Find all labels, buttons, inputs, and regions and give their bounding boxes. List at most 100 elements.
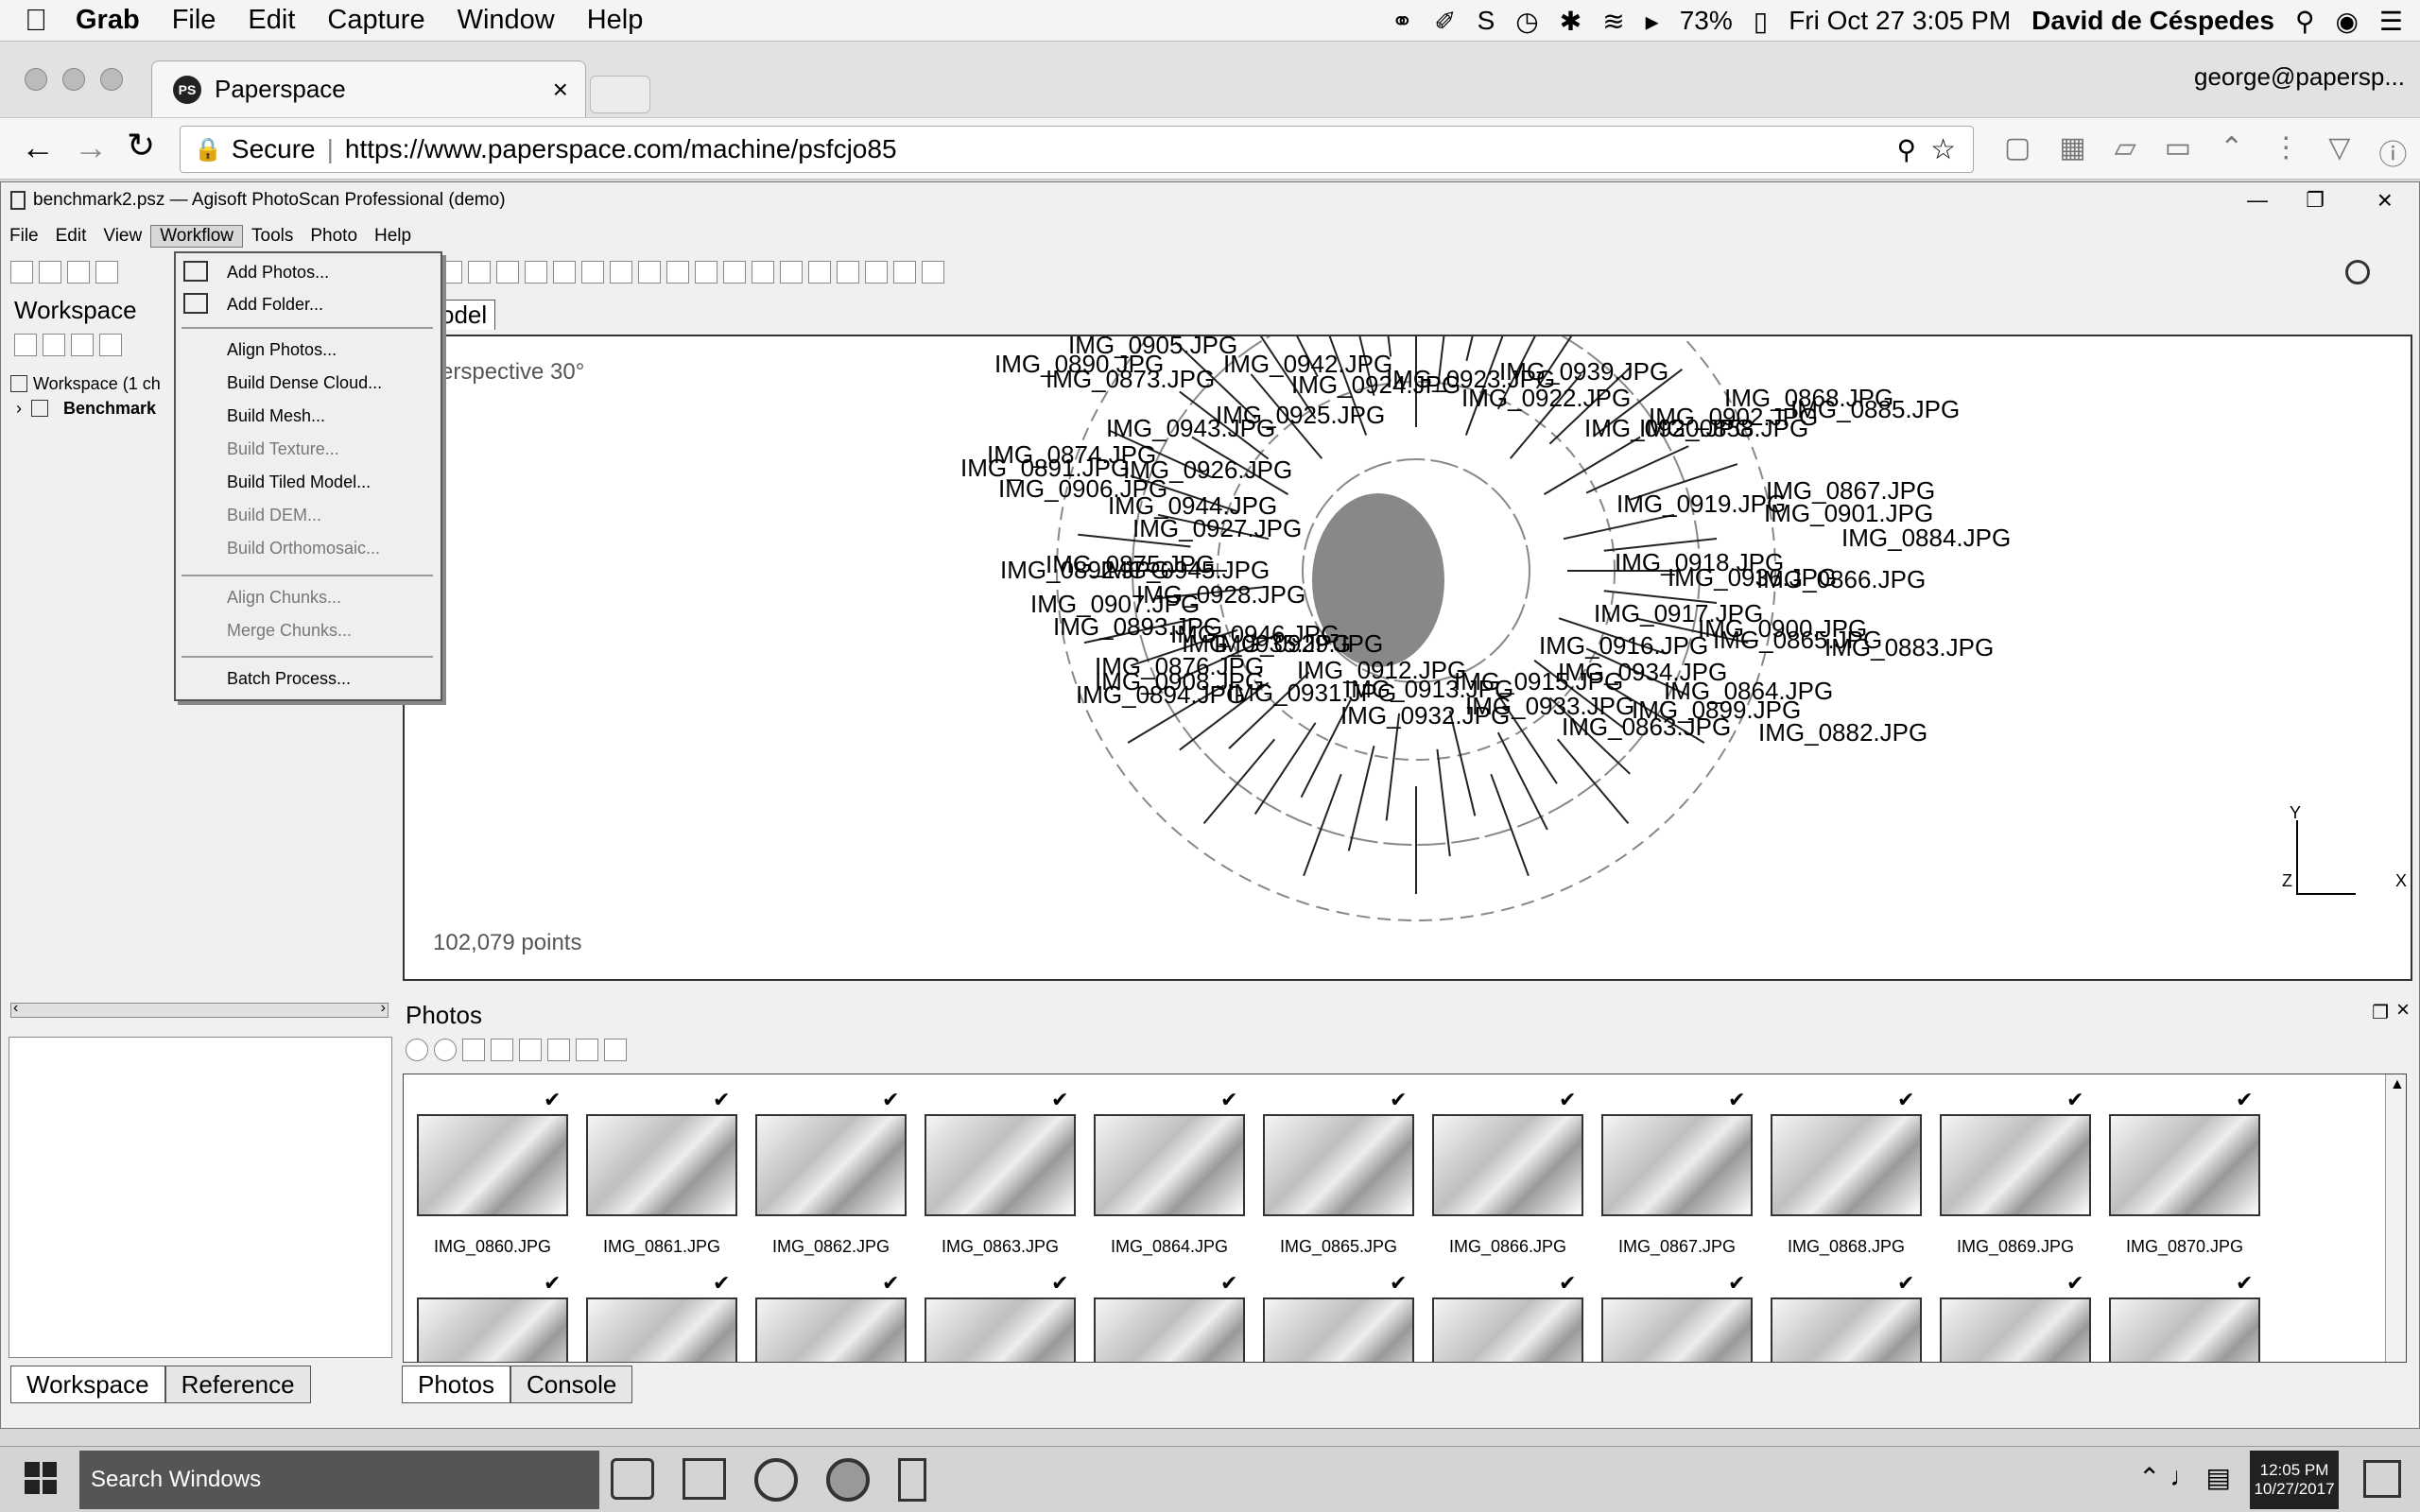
points-view-icon[interactable] — [581, 261, 604, 284]
menu-batch-process[interactable]: Batch Process... — [227, 669, 351, 692]
ps-menu-tools[interactable]: Tools — [243, 226, 302, 247]
delete-selection-icon[interactable] — [525, 261, 547, 284]
target-icon[interactable] — [2345, 260, 2370, 284]
reload-icon[interactable]: ↻ — [127, 126, 155, 165]
chrome-menu-icon[interactable]: ⓘ — [2378, 131, 2407, 173]
tab-reference[interactable]: Reference — [164, 1366, 311, 1403]
tray-chevron-icon[interactable]: ⌃ — [2138, 1462, 2160, 1493]
user-name[interactable]: David de Céspedes — [2031, 6, 2274, 36]
extension-icon-6[interactable]: ⋮ — [2272, 131, 2300, 173]
search-box[interactable]: Search Windows — [79, 1451, 599, 1509]
import-masks-icon[interactable] — [576, 1039, 598, 1061]
camera-view-icon[interactable] — [808, 261, 831, 284]
shapes-icon[interactable] — [893, 261, 916, 284]
photo-thumbnail[interactable] — [417, 1297, 568, 1362]
ps-menu-workflow[interactable]: Workflow — [150, 225, 243, 248]
zoom-icon[interactable]: ⚲ — [1896, 134, 1916, 165]
photo-thumbnail[interactable] — [1771, 1114, 1922, 1216]
extension-icon-3[interactable]: ▱ — [2115, 131, 2136, 173]
windows-start-icon[interactable] — [25, 1462, 57, 1494]
spotlight-icon[interactable]: ⚲ — [2295, 6, 2315, 37]
apple-icon[interactable]:  — [25, 3, 47, 38]
battery-percent[interactable]: 73% — [1680, 6, 1733, 36]
camera-label[interactable]: IMG_0919.JPG — [1616, 490, 1786, 519]
photo-thumbnail[interactable] — [1601, 1297, 1753, 1362]
photos-vscrollbar[interactable]: ▲ — [2385, 1074, 2406, 1362]
photo-thumbnail[interactable] — [1263, 1297, 1414, 1362]
menu-align-chunks[interactable]: Align Chunks... — [227, 588, 341, 610]
browser-tab[interactable]: PS Paperspace × — [151, 60, 586, 117]
siri-icon[interactable]: ◉ — [2335, 6, 2358, 37]
open-project-icon[interactable] — [39, 261, 61, 284]
mac-menu-capture[interactable]: Capture — [327, 5, 424, 36]
address-bar[interactable]: 🔒 Secure | https://www.paperspace.com/ma… — [180, 126, 1974, 173]
wireframe-view-icon[interactable] — [723, 261, 746, 284]
camera-label[interactable]: IMG_0927.JPG — [1132, 514, 1302, 543]
photo-thumbnail[interactable] — [755, 1297, 907, 1362]
ps-menu-help[interactable]: Help — [366, 226, 420, 247]
extension-icon-4[interactable]: ▭ — [2165, 131, 2191, 173]
enable-camera-icon[interactable] — [406, 1039, 428, 1061]
photo-thumbnail[interactable] — [2109, 1297, 2260, 1362]
add-marker-icon[interactable] — [71, 334, 94, 356]
app-taskbar-icon[interactable] — [898, 1458, 926, 1502]
panel-close-icon[interactable]: × — [2396, 997, 2410, 1023]
url-text[interactable]: https://www.paperspace.com/machine/psfcj… — [345, 134, 897, 164]
mesh-view-icon[interactable] — [638, 261, 661, 284]
action-center-icon[interactable] — [2363, 1460, 2401, 1498]
camera-label[interactable]: IMG_0894.JPG — [1076, 680, 1245, 710]
photo-thumbnail[interactable] — [1432, 1297, 1583, 1362]
panel-undock-icon[interactable]: ❐ — [2372, 1001, 2389, 1024]
file-explorer-icon[interactable] — [683, 1458, 726, 1500]
undo-icon[interactable] — [95, 261, 118, 284]
photo-thumbnail[interactable] — [1094, 1114, 1245, 1216]
camera-label[interactable]: IMG_0873.JPG — [1046, 365, 1215, 394]
reset-view-icon[interactable] — [922, 261, 944, 284]
menu-build-tiled-model[interactable]: Build Tiled Model... — [227, 472, 371, 495]
creative-cloud-icon[interactable]: ⚭ — [1392, 6, 1413, 37]
menu-add-folder[interactable]: Add Folder... — [227, 295, 323, 318]
mac-menu-edit[interactable]: Edit — [248, 5, 295, 36]
mac-menu-window[interactable]: Window — [458, 5, 555, 36]
lasso-icon[interactable] — [496, 261, 519, 284]
scroll-right-icon[interactable]: › — [381, 1000, 386, 1017]
photo-thumbnail[interactable] — [925, 1297, 1076, 1362]
flags-icon[interactable] — [865, 261, 888, 284]
close-window-button[interactable] — [25, 68, 47, 91]
extension-icon-2[interactable]: ▦ — [2059, 131, 2085, 173]
menu-add-photos[interactable]: Add Photos... — [227, 263, 329, 285]
network-icon[interactable]: ▤ — [2205, 1462, 2230, 1493]
back-arrow-icon[interactable]: ← — [21, 128, 55, 167]
close-tab-icon[interactable]: × — [553, 75, 568, 105]
menu-merge-chunks[interactable]: Merge Chunks... — [227, 621, 352, 644]
scroll-left-icon[interactable]: ‹ — [13, 1000, 18, 1017]
navigation-icon[interactable] — [440, 261, 462, 284]
new-tab-button[interactable] — [590, 76, 650, 113]
camera-label[interactable]: IMG_0863.JPG — [1562, 713, 1731, 742]
photo-thumbnail[interactable] — [2109, 1114, 2260, 1216]
textured-view-icon[interactable] — [752, 261, 774, 284]
menu-build-dem[interactable]: Build DEM... — [227, 506, 321, 528]
close-icon[interactable]: × — [2377, 185, 2393, 215]
restore-icon[interactable]: ❐ — [2306, 188, 2325, 213]
rotate-left-icon[interactable] — [491, 1039, 513, 1061]
chrome-taskbar-icon[interactable] — [754, 1458, 798, 1502]
photo-thumbnail[interactable] — [1771, 1297, 1922, 1362]
expand-chevron-icon[interactable]: › — [16, 399, 22, 419]
photo-thumbnail[interactable] — [1940, 1297, 2091, 1362]
photo-thumbnail[interactable] — [1263, 1114, 1414, 1216]
menu-build-dense-cloud[interactable]: Build Dense Cloud... — [227, 373, 382, 396]
brush-icon[interactable]: ✐ — [1434, 6, 1456, 37]
menu-align-photos[interactable]: Align Photos... — [227, 340, 337, 363]
tab-console[interactable]: Console — [510, 1366, 633, 1403]
extension-icon-1[interactable]: ▢ — [2004, 131, 2031, 173]
crop-selection-icon[interactable] — [553, 261, 576, 284]
photo-thumbnail[interactable] — [1094, 1297, 1245, 1362]
camera-label[interactable]: IMG_0866.JPG — [1756, 565, 1926, 594]
pocket-icon[interactable]: ▽ — [2328, 131, 2350, 173]
save-project-icon[interactable] — [67, 261, 90, 284]
photo-thumbnail[interactable] — [1940, 1114, 2091, 1216]
camera-label[interactable]: IMG_0939.JPG — [1499, 357, 1668, 387]
camera-label[interactable]: IMG_0922.JPG — [1461, 384, 1631, 413]
remove-item-icon[interactable] — [99, 334, 122, 356]
